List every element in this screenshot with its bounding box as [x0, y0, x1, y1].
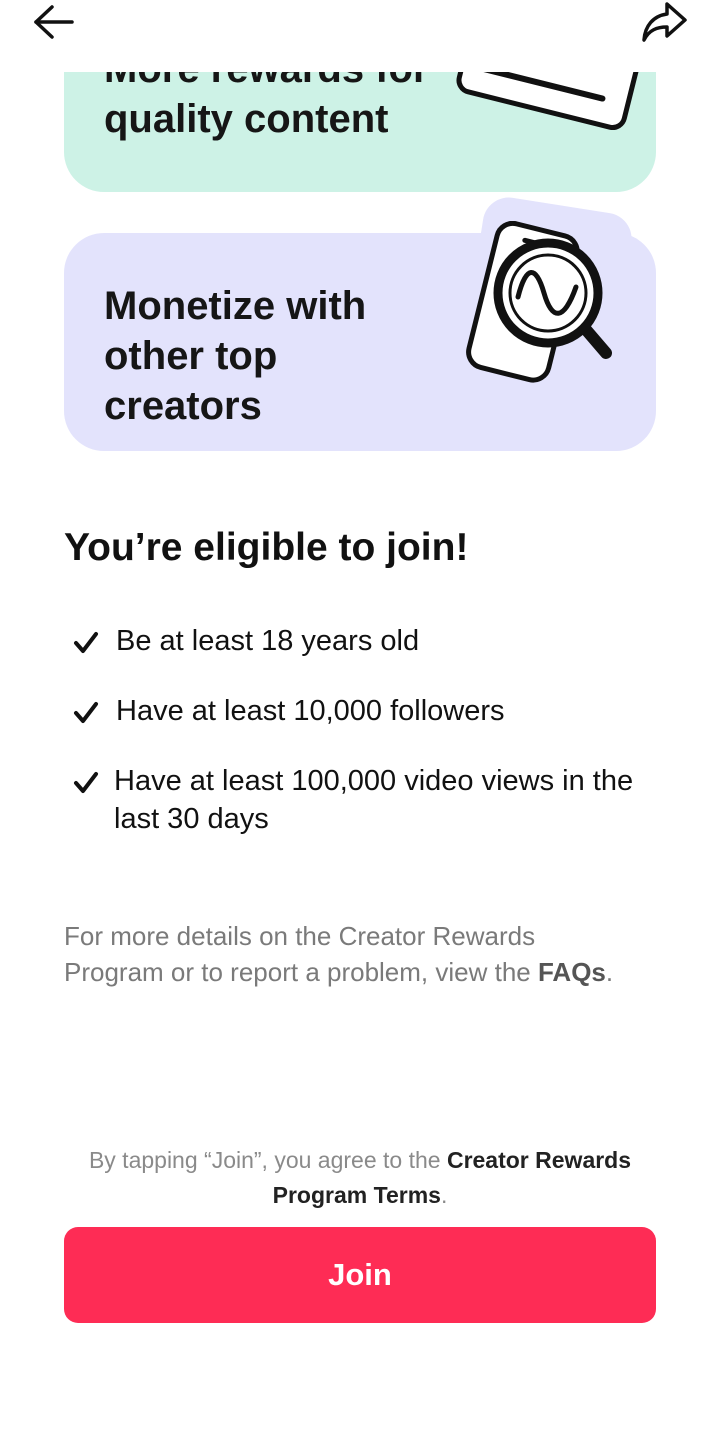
- eligibility-title: You’re eligible to join!: [64, 526, 469, 569]
- arrow-left-icon: [34, 5, 74, 39]
- back-button[interactable]: [26, 0, 82, 44]
- checkmark-icon: [74, 632, 98, 653]
- checkmark-icon: [74, 772, 98, 793]
- join-button[interactable]: Join: [64, 1227, 656, 1323]
- requirement-text: Have at least 100,000 video views in the…: [114, 765, 634, 835]
- faqs-link[interactable]: FAQs: [538, 957, 606, 987]
- monetize-card: Monetize with other top creators: [64, 193, 656, 451]
- top-bar: [0, 0, 720, 72]
- share-button[interactable]: [636, 0, 692, 44]
- card-title: Monetize with other top creators: [104, 284, 367, 428]
- phone-magnifier-icon: [466, 221, 612, 383]
- checkmark-icon: [74, 702, 98, 723]
- terms-notice: By tapping “Join”, you agree to the Crea…: [88, 1147, 632, 1208]
- requirement-text: Have at least 10,000 followers: [116, 695, 505, 727]
- share-arrow-icon: [642, 2, 687, 42]
- requirement-text: Be at least 18 years old: [116, 625, 420, 657]
- details-text: For more details on the Creator Rewards …: [64, 921, 614, 987]
